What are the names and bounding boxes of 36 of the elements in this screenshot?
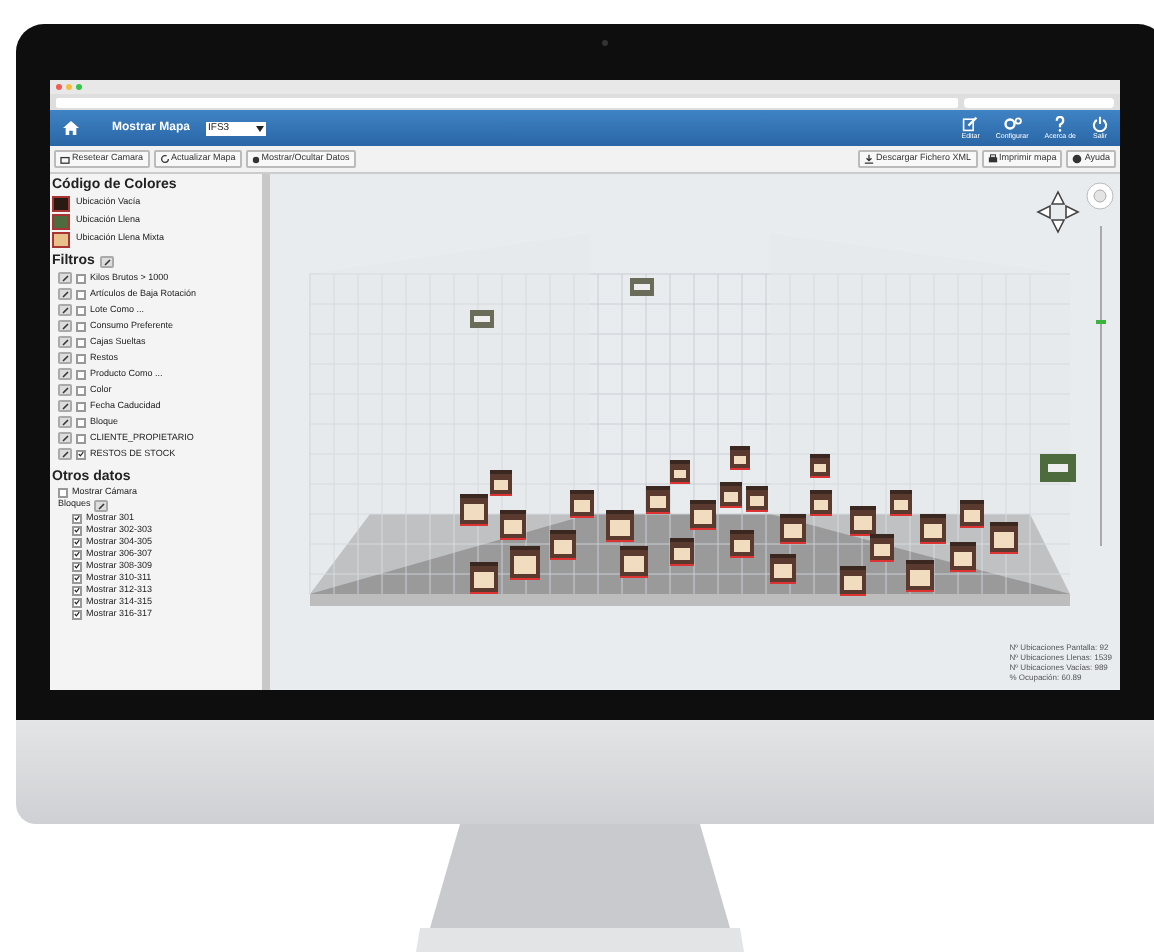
question-mark-icon (1054, 116, 1067, 132)
checkbox[interactable] (76, 305, 86, 315)
checkbox[interactable] (72, 513, 82, 523)
download-icon (864, 154, 875, 164)
checkbox[interactable] (72, 561, 82, 571)
checkbox[interactable] (76, 385, 86, 395)
checkbox[interactable] (76, 369, 86, 379)
pencil-icon (962, 116, 979, 132)
checkbox[interactable] (76, 417, 86, 427)
checkbox[interactable] (72, 525, 82, 535)
search-field[interactable] (964, 97, 1114, 107)
caret-icon (256, 125, 265, 131)
checkbox[interactable] (76, 449, 86, 459)
checkbox[interactable] (76, 273, 86, 283)
checkbox[interactable] (72, 573, 82, 583)
checkbox[interactable] (76, 401, 86, 411)
checkbox[interactable] (76, 321, 86, 331)
checkbox[interactable] (72, 585, 82, 595)
home-icon[interactable] (62, 120, 80, 136)
address-field[interactable] (56, 97, 958, 107)
checkbox[interactable] (76, 289, 86, 299)
power-icon (1092, 116, 1108, 132)
checkbox[interactable] (72, 597, 82, 607)
checkbox[interactable] (76, 433, 86, 443)
pan-arrows-icon[interactable] (1036, 190, 1080, 234)
printer-icon (987, 154, 998, 164)
dot-icon (251, 155, 260, 163)
checkbox[interactable] (76, 337, 86, 347)
refresh-icon (159, 154, 170, 164)
checkbox[interactable] (72, 609, 82, 619)
checkbox[interactable] (72, 549, 82, 559)
checkbox[interactable] (58, 487, 68, 497)
gears-icon (1003, 116, 1022, 132)
checkbox[interactable] (72, 537, 82, 547)
checkbox[interactable] (76, 353, 86, 363)
zoom-slider-thumb[interactable] (1096, 320, 1106, 325)
